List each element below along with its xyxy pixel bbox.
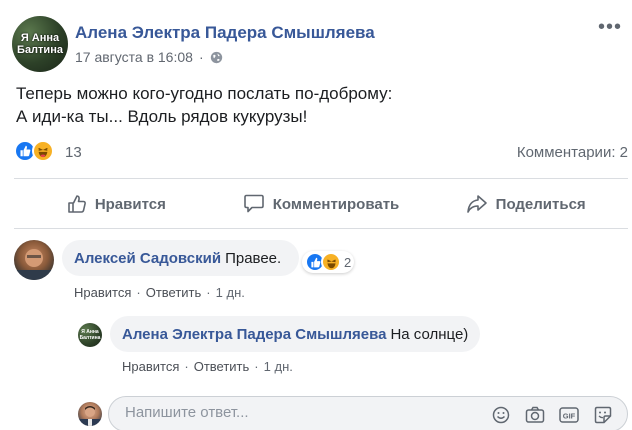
- share-icon: [466, 195, 487, 213]
- emoji-icon[interactable]: [491, 405, 511, 425]
- comment-reaction-count: 2: [344, 254, 352, 270]
- comment-author[interactable]: Алексей Садовский: [74, 250, 221, 267]
- reply-input-icons: GIF: [477, 405, 613, 425]
- haha-icon: [32, 140, 54, 162]
- divider: [14, 228, 628, 229]
- svg-text:GIF: GIF: [563, 412, 576, 421]
- comment-reactions[interactable]: 2: [302, 251, 355, 273]
- more-icon[interactable]: •••: [598, 17, 622, 37]
- comments-count[interactable]: Комментарии: 2: [517, 144, 628, 161]
- thumbs-up-icon: [68, 195, 86, 213]
- avatar[interactable]: [14, 240, 54, 280]
- reply-input[interactable]: [125, 404, 445, 421]
- gif-icon[interactable]: GIF: [559, 405, 579, 425]
- separator: ·: [136, 285, 141, 300]
- comment-like-link[interactable]: Нравится: [74, 285, 131, 300]
- comment-actions: Нравится · Ответить · 1 дн.: [74, 285, 245, 300]
- divider: [14, 178, 628, 179]
- avatar-text: Балтина: [79, 335, 101, 341]
- post-text-line: А иди-ка ты... Вдоль рядов кукурузы!: [16, 107, 308, 126]
- comment-button-label: Комментировать: [272, 195, 400, 213]
- comment-reply-link[interactable]: Ответить: [194, 359, 250, 374]
- post-text-line: Теперь можно кого-угодно послать по-добр…: [16, 84, 393, 103]
- globe-icon[interactable]: [210, 51, 223, 64]
- camera-icon[interactable]: [525, 405, 545, 425]
- comment-actions: Нравится · Ответить · 1 дн.: [122, 359, 293, 374]
- comment-bubble: Алена Электра Падера Смышляева На солнце…: [110, 316, 481, 352]
- author-name[interactable]: Алена Электра Падера Смышляева: [75, 23, 375, 43]
- comment-text: Правее.: [225, 249, 282, 267]
- sticker-icon[interactable]: [593, 405, 613, 425]
- post-date[interactable]: 17 августа в 16:08: [75, 49, 193, 65]
- reaction-count[interactable]: 13: [65, 144, 82, 161]
- reaction-icons[interactable]: [14, 140, 54, 162]
- avatar-text-line2: Балтина: [17, 44, 63, 56]
- comment-time[interactable]: 1 дн.: [216, 285, 245, 300]
- current-user-avatar[interactable]: [78, 402, 102, 426]
- comment-text: На солнце): [390, 325, 469, 343]
- avatar-text-line1: Я Анна: [20, 32, 60, 44]
- author-avatar[interactable]: Я Анна Балтина: [12, 16, 68, 72]
- post-actions: Нравится Комментировать Поделиться: [14, 182, 628, 226]
- separator: ·: [254, 359, 259, 374]
- post-meta: 17 августа в 16:08 ·: [75, 49, 223, 65]
- reply-box[interactable]: GIF: [108, 396, 628, 430]
- separator: ·: [206, 285, 211, 300]
- like-button[interactable]: Нравится: [14, 182, 219, 226]
- comment-author[interactable]: Алена Электра Падера Смышляева: [122, 326, 386, 343]
- comment-reply-link[interactable]: Ответить: [146, 285, 202, 300]
- share-button[interactable]: Поделиться: [423, 182, 628, 226]
- avatar[interactable]: Я Анна Балтина: [78, 323, 102, 347]
- share-button-label: Поделиться: [495, 195, 586, 213]
- like-button-label: Нравится: [94, 195, 166, 213]
- comment-icon: [243, 194, 264, 213]
- reactions-summary: 13 Комментарии: 2: [14, 140, 628, 166]
- separator: ·: [184, 359, 189, 374]
- haha-icon: [321, 252, 341, 272]
- comment-bubble: Алексей Садовский Правее.: [62, 240, 300, 276]
- post-header: Я Анна Балтина Алена Электра Падера Смыш…: [12, 16, 622, 72]
- comment-time[interactable]: 1 дн.: [264, 359, 293, 374]
- comment-like-link[interactable]: Нравится: [122, 359, 179, 374]
- post-text: Теперь можно кого-угодно послать по-добр…: [16, 82, 392, 128]
- meta-separator: ·: [198, 49, 204, 65]
- comment-button[interactable]: Комментировать: [219, 182, 424, 226]
